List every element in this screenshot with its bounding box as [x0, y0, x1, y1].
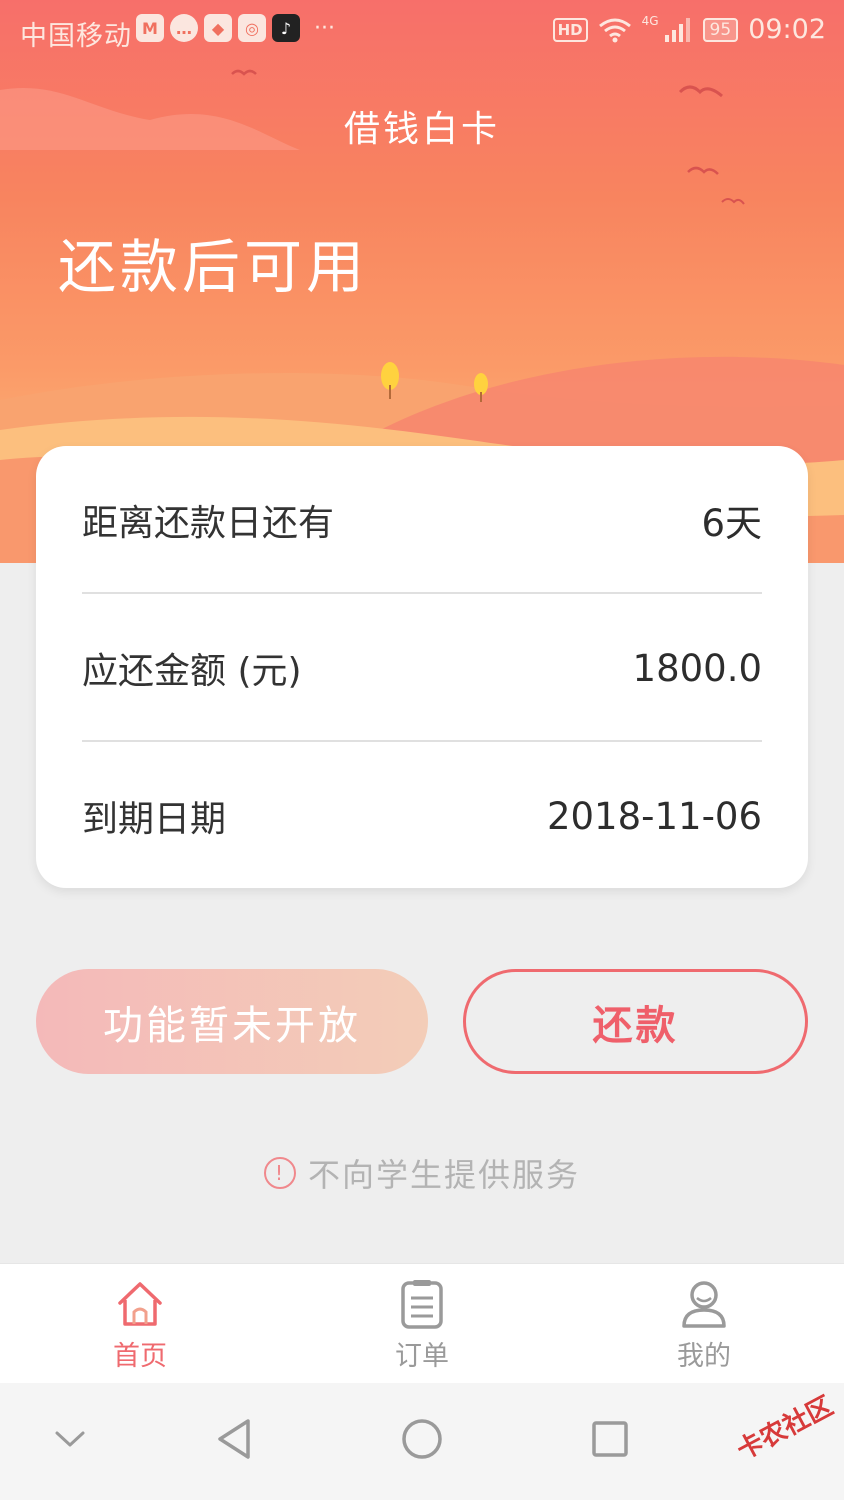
carrier-name: 中国移动: [20, 21, 132, 52]
message-icon: …: [170, 14, 198, 42]
home-circle-icon[interactable]: [400, 1417, 444, 1461]
amount-due-label: 应还金额 (元): [82, 651, 302, 692]
repay-button[interactable]: 还款: [463, 969, 808, 1074]
student-notice: ! 不向学生提供服务: [0, 1150, 844, 1196]
amount-due-value: 1800.0: [632, 646, 762, 690]
system-navigation-bar: [0, 1383, 844, 1500]
hd-badge: HD: [552, 17, 588, 42]
student-notice-text: 不向学生提供服务: [307, 1156, 580, 1194]
status-bar: 中国移动 M … ◆ ◎ ♪ ··· HD 4G 95 09:02: [0, 0, 844, 60]
days-until-due-label: 距离还款日还有: [82, 503, 335, 544]
tab-orders-label: 订单: [395, 1341, 449, 1372]
home-icon: [118, 1282, 162, 1326]
wifi-icon: [598, 18, 631, 42]
network-type: 4G: [641, 14, 659, 28]
due-date-value: 2018-11-06: [546, 794, 762, 838]
shield-icon: ◆: [204, 14, 232, 42]
feature-unavailable-button: 功能暂未开放: [36, 969, 428, 1074]
order-list-icon: [401, 1280, 443, 1329]
bottom-tab-bar: 首页 订单 我的: [0, 1263, 844, 1383]
recents-icon[interactable]: [590, 1417, 630, 1461]
days-until-due-value: 6天: [701, 502, 762, 545]
status-indicators: HD 4G 95 09:02: [552, 14, 826, 45]
metro-app-icon: M: [136, 14, 164, 42]
signal-icon: [664, 17, 690, 42]
days-until-due-row: 距离还款日还有 6天: [82, 446, 762, 594]
more-notifications: ···: [314, 15, 335, 41]
back-icon[interactable]: [214, 1417, 254, 1461]
tab-home[interactable]: 首页: [60, 1278, 220, 1373]
app-title: 借钱白卡: [343, 109, 500, 150]
tab-home-label: 首页: [113, 1341, 167, 1372]
chevron-down-icon[interactable]: [52, 1417, 88, 1461]
tab-orders[interactable]: 订单: [342, 1278, 502, 1373]
notification-icons: M … ◆ ◎ ♪ ···: [136, 14, 335, 42]
tiktok-icon: ♪: [272, 14, 300, 42]
tab-profile-label: 我的: [677, 1341, 731, 1372]
user-icon: [682, 1281, 726, 1328]
credit-state-title: 还款后可用: [58, 233, 369, 301]
clock: 09:02: [748, 14, 826, 45]
due-date-label: 到期日期: [82, 799, 227, 840]
browser-app-icon: ◎: [238, 14, 266, 42]
amount-due-row: 应还金额 (元) 1800.0: [82, 594, 762, 742]
due-date-row: 到期日期 2018-11-06: [82, 742, 762, 890]
loan-info-card: 距离还款日还有 6天 应还金额 (元) 1800.0 到期日期 2018-11-…: [36, 446, 808, 888]
tab-profile[interactable]: 我的: [624, 1278, 784, 1373]
battery-level: 95: [702, 17, 739, 42]
warning-icon: !: [263, 1157, 296, 1189]
